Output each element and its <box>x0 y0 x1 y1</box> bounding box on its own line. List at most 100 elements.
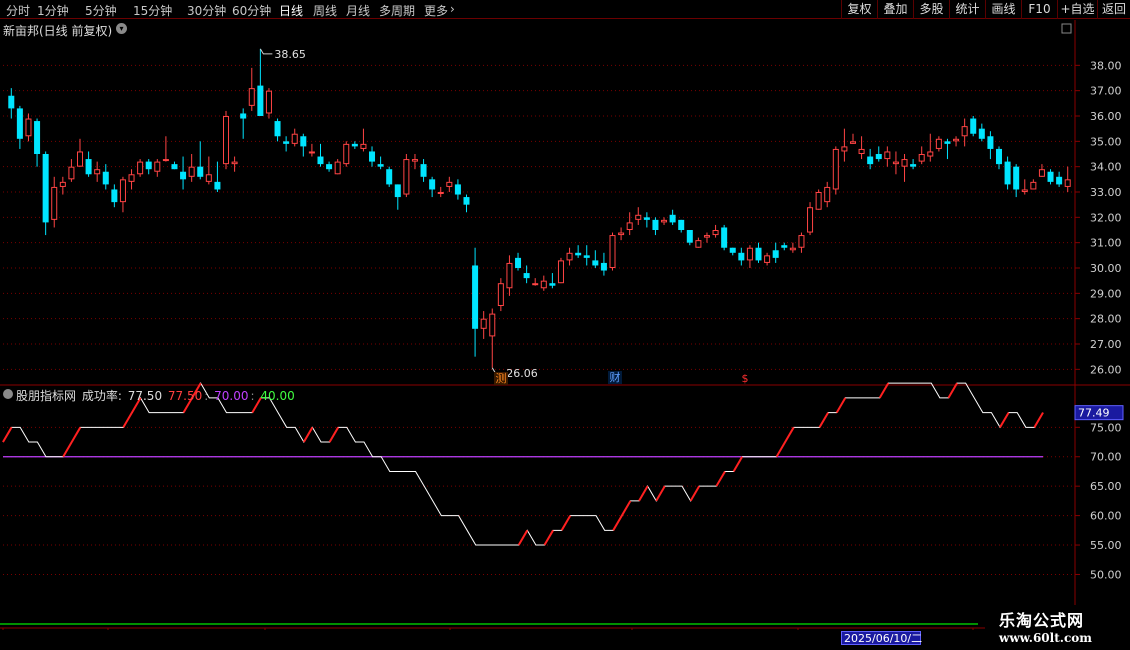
candle-body <box>884 151 891 160</box>
candle-body <box>265 90 272 114</box>
candle-body <box>145 161 152 170</box>
candle-body <box>583 255 590 258</box>
candle-body <box>214 181 221 190</box>
success-rate-up-segment <box>302 426 314 443</box>
stock-title-chevron-icon[interactable]: ▾ <box>116 23 127 34</box>
candle-body <box>764 255 771 263</box>
candle-body <box>970 118 977 134</box>
candle-body <box>137 161 144 175</box>
candle-body <box>446 181 453 187</box>
toolbar-button-3[interactable]: 统计 <box>949 0 985 19</box>
event-marker-dividend[interactable]: $ <box>739 372 751 385</box>
candle-body <box>154 161 161 172</box>
price-tick-label: 27.00 <box>1090 338 1122 351</box>
period-tab-1[interactable]: 1分钟 <box>37 2 69 19</box>
indicator-tick-label: 55.00 <box>1090 539 1122 552</box>
toolbar-button-7[interactable]: 返回 <box>1097 0 1130 19</box>
candle-body <box>798 235 805 248</box>
candle-body <box>8 95 15 109</box>
selected-date-tag: 2025/06/10/二 <box>841 631 922 645</box>
price-tick-label: 37.00 <box>1090 85 1122 98</box>
candle-body <box>746 247 753 261</box>
success-rate-up-segment <box>560 515 572 531</box>
candle-body <box>892 161 899 165</box>
success-rate-line <box>2 382 1044 546</box>
candle-body <box>815 192 822 210</box>
candle-body <box>661 219 668 223</box>
period-tab-7[interactable]: 周线 <box>313 2 337 19</box>
toolbar-button-2[interactable]: 多股 <box>913 0 949 19</box>
candle-body <box>386 169 393 185</box>
candle-body <box>961 126 968 137</box>
success-rate-up-segment <box>2 426 13 443</box>
toolbar-button-6[interactable]: +自选 <box>1057 0 1097 19</box>
candle-body <box>437 192 444 194</box>
period-tab-4[interactable]: 30分钟 <box>187 2 226 19</box>
candle-body <box>953 138 960 142</box>
candle-body <box>480 318 487 329</box>
success-rate-up-segment <box>62 441 73 458</box>
candle-body <box>609 235 616 268</box>
success-rate-up-segment <box>999 412 1010 428</box>
price-tick-label: 32.00 <box>1090 211 1122 224</box>
event-marker-finance[interactable]: 财 <box>608 371 622 384</box>
indicator-tick-label: 65.00 <box>1090 480 1122 493</box>
success-rate-up-segment <box>818 412 829 428</box>
candle-body <box>712 230 719 236</box>
watermark-title: 乐淘公式网 <box>999 611 1085 630</box>
low-label: 26.06 <box>506 367 538 380</box>
candle-body <box>944 141 951 144</box>
period-tab-9[interactable]: 多周期 <box>379 2 415 19</box>
candle-body <box>308 151 315 154</box>
candle-body <box>317 156 324 165</box>
success-rate-up-segment <box>732 456 744 472</box>
toolbar-button-0[interactable]: 复权 <box>841 0 877 19</box>
candle-body <box>1030 181 1037 190</box>
candle-body <box>652 219 659 230</box>
period-tab-8[interactable]: 月线 <box>346 2 370 19</box>
candle-body <box>849 141 856 144</box>
more-chevron-icon[interactable]: › <box>450 2 455 16</box>
toolbar-button-1[interactable]: 叠加 <box>877 0 913 19</box>
candle-body <box>1047 171 1054 182</box>
candle-body <box>42 154 49 223</box>
success-rate-up-segment <box>70 426 82 443</box>
success-rate-up-segment <box>122 412 133 428</box>
candle-body <box>326 164 333 170</box>
high-callout-line <box>259 48 273 55</box>
candle-body <box>678 219 685 230</box>
period-tab-10[interactable]: 更多 <box>424 2 448 19</box>
candle-body <box>832 148 839 190</box>
candle-body <box>1013 166 1020 190</box>
candle-body <box>102 171 109 185</box>
period-tab-3[interactable]: 15分钟 <box>133 2 172 19</box>
candle-body <box>497 283 504 307</box>
price-tick-label: 34.00 <box>1090 161 1122 174</box>
candle-body <box>987 136 994 149</box>
indicator-tick-label: 60.00 <box>1090 510 1122 523</box>
period-tab-6[interactable]: 日线 <box>279 2 303 19</box>
candle-body <box>205 174 212 182</box>
toolbar-button-5[interactable]: F10 <box>1021 0 1057 19</box>
price-tick-label: 33.00 <box>1090 186 1122 199</box>
candle-body <box>600 262 607 271</box>
candle-body <box>223 116 230 165</box>
event-marker-test[interactable]: 测 <box>494 372 508 385</box>
toolbar-button-4[interactable]: 画线 <box>985 0 1021 19</box>
candle-body <box>566 252 573 261</box>
period-tab-2[interactable]: 5分钟 <box>85 2 117 19</box>
indicator-tick-label: 50.00 <box>1090 568 1122 581</box>
candle-body <box>841 146 848 152</box>
price-tick-label: 30.00 <box>1090 262 1122 275</box>
candle-body <box>772 250 779 258</box>
period-tab-5[interactable]: 60分钟 <box>232 2 271 19</box>
success-rate-up-segment <box>775 441 787 458</box>
candle-body <box>549 283 556 286</box>
candle-body <box>1038 169 1045 177</box>
candle-body <box>540 280 547 289</box>
candle-body <box>351 143 358 147</box>
candle-body <box>128 174 135 182</box>
price-tick-label: 26.00 <box>1090 363 1122 376</box>
period-tab-0[interactable]: 分时 <box>6 2 30 19</box>
candle-body <box>429 179 436 190</box>
